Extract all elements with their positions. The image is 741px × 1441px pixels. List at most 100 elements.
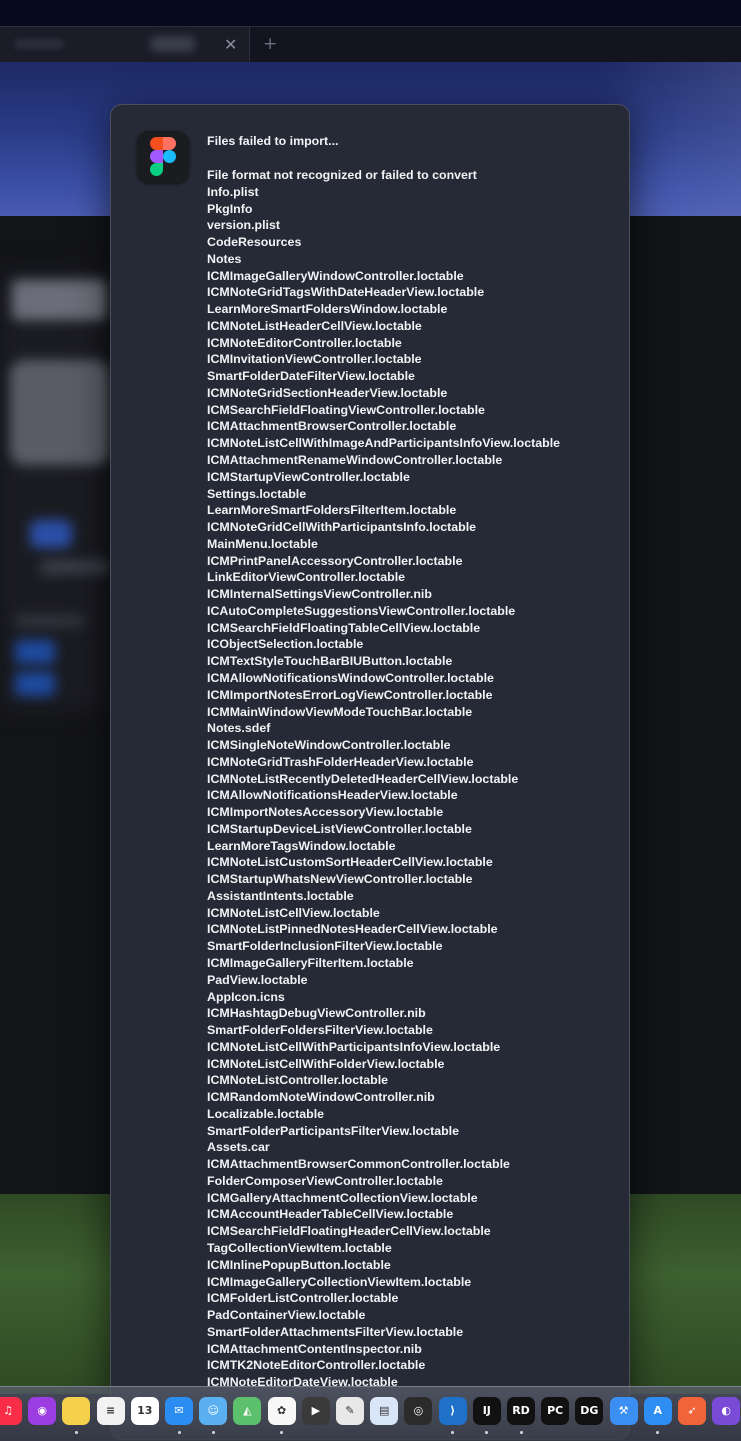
failed-file-item: ICMAllowNotificationsWindowController.lo…	[207, 670, 494, 685]
failed-file-item: MainMenu.loctable	[207, 536, 318, 551]
failed-file-item: Notes.sdef	[207, 721, 271, 736]
figma-logo-part	[163, 150, 176, 163]
failed-file-item: ICMAttachmentBrowserCommonController.loc…	[207, 1157, 510, 1172]
failed-file-item: version.plist	[207, 218, 280, 233]
photos-icon[interactable]: ✿	[267, 1397, 296, 1425]
running-indicator	[177, 1431, 181, 1434]
figma-logo-part	[163, 137, 176, 150]
failed-file-item: SmartFolderFoldersFilterView.loctable	[207, 1023, 433, 1038]
dialog-subtitle: File format not recognized or failed to …	[207, 168, 477, 182]
maps-icon[interactable]: ◭	[233, 1397, 262, 1425]
blurred-card	[10, 360, 110, 465]
failed-file-item: ICMImportNotesErrorLogViewController.loc…	[207, 687, 493, 702]
pixelmator-icon[interactable]: ✎	[336, 1397, 364, 1425]
running-indicator	[451, 1431, 455, 1434]
failed-file-item: ICMImageGalleryWindowController.loctable	[207, 268, 464, 283]
blurred-icon	[15, 672, 55, 696]
failed-file-item: ICMSearchFieldFloatingTableCellView.loct…	[207, 620, 481, 635]
blurred-text	[40, 560, 110, 574]
failed-file-item: ICMInlinePopupButton.loctable	[207, 1257, 391, 1272]
finder-icon[interactable]: ☺	[199, 1397, 228, 1425]
failed-file-item: ICMTK2NoteEditorController.loctable	[207, 1358, 426, 1373]
podcasts-icon[interactable]: ◉	[28, 1397, 57, 1425]
failed-file-item: ICMAttachmentContentInspector.nib	[207, 1341, 422, 1356]
reminders-icon[interactable]: ≡	[96, 1397, 125, 1425]
figma-app-icon	[137, 131, 189, 183]
blurred-icon	[15, 640, 55, 664]
failed-file-item: ICMNoteListCellWithParticipantsInfoView.…	[207, 1039, 501, 1054]
running-indicator	[211, 1431, 215, 1434]
tab-favicon-blurred	[150, 36, 195, 52]
intellij-icon[interactable]: IJ	[472, 1397, 501, 1425]
failed-file-item: LearnMoreSmartFoldersWindow.loctable	[207, 302, 448, 317]
failed-file-item: ICMImageGalleryCollectionViewItem.loctab…	[207, 1274, 472, 1289]
failed-file-item: SmartFolderParticipantsFilterView.loctab…	[207, 1123, 460, 1138]
app-store-icon[interactable]: A	[643, 1397, 672, 1425]
dock: ♫ ◉ ≡ 13 ✉ ☺ ◭ ✿ ▶ ✎ ▤ ◎ ⟩ IJ RD PC DG ⚒ A ➶ ◐	[0, 1386, 741, 1441]
failed-file-item: ICMNoteGridCellWithParticipantsInfo.loct…	[207, 520, 477, 535]
failed-file-item: ICMStartupWhatsNewViewController.loctabl…	[207, 872, 473, 887]
pycharm-icon[interactable]: PC	[541, 1397, 570, 1425]
failed-file-item: ICMNoteListCellWithFolderView.loctable	[207, 1056, 445, 1071]
new-tab-icon[interactable]: +	[263, 34, 277, 54]
running-indicator	[280, 1431, 284, 1434]
failed-file-item: ICMNoteEditorController.loctable	[207, 335, 402, 350]
figma-logo-part	[150, 163, 163, 176]
failed-file-item: ICObjectSelection.loctable	[207, 637, 364, 652]
failed-file-item: ICMSingleNoteWindowController.loctable	[207, 738, 451, 753]
failed-file-item: PadView.loctable	[207, 972, 308, 987]
xcode-icon[interactable]: ⚒	[609, 1397, 638, 1425]
more-app-icon[interactable]: ◐	[712, 1397, 741, 1425]
dialog-message: Files failed to import... File format no…	[207, 133, 617, 1391]
vscode-icon[interactable]: ⟩	[438, 1397, 467, 1425]
failed-file-item: SmartFolderDateFilterView.loctable	[207, 369, 415, 384]
failed-file-item: ICMAccountHeaderTableCellView.loctable	[207, 1207, 454, 1222]
figma-logo-part	[150, 137, 163, 150]
blurred-text	[15, 615, 85, 627]
close-icon[interactable]: ✕	[224, 35, 237, 54]
failed-file-item: PkgInfo	[207, 201, 253, 216]
failed-file-item: Localizable.loctable	[207, 1106, 325, 1121]
failed-file-item: ICAutoCompleteSuggestionsViewController.…	[207, 603, 516, 618]
failed-file-item: ICMRandomNoteWindowController.nib	[207, 1090, 435, 1105]
failed-file-item: FolderComposerViewController.loctable	[207, 1173, 443, 1188]
failed-file-item: ICMInternalSettingsViewController.nib	[207, 587, 432, 602]
failed-file-item: AppIcon.icns	[207, 989, 285, 1004]
obs-icon[interactable]: ◎	[404, 1397, 433, 1425]
browser-tab[interactable]: ✕	[0, 27, 250, 62]
running-indicator	[74, 1431, 78, 1434]
failed-file-item: ICMNoteListRecentlyDeletedHeaderCellView…	[207, 771, 519, 786]
mail-icon[interactable]: ✉	[165, 1397, 193, 1425]
tab-label-blurred	[14, 39, 64, 49]
failed-file-item: ICMNoteListCellWithImageAndParticipantsI…	[207, 436, 561, 451]
rider-icon[interactable]: RD	[507, 1397, 535, 1425]
failed-file-item: ICMInvitationViewController.loctable	[207, 352, 422, 367]
failed-file-item: ICMNoteListPinnedNotesHeaderCellView.loc…	[207, 922, 498, 937]
failed-file-item: PadContainerView.loctable	[207, 1308, 366, 1323]
failed-file-item: ICMStartupViewController.loctable	[207, 469, 410, 484]
failed-file-item: ICMImportNotesAccessoryView.loctable	[207, 805, 444, 820]
running-indicator	[656, 1431, 660, 1434]
preview-icon[interactable]: ▤	[370, 1397, 399, 1425]
failed-file-item: ICMNoteGridSectionHeaderView.loctable	[207, 385, 448, 400]
failed-file-item: AssistantIntents.loctable	[207, 888, 354, 903]
failed-file-item: ICMImageGalleryFilterItem.loctable	[207, 955, 414, 970]
failed-file-item: ICMHashtagDebugViewController.nib	[207, 1006, 426, 1021]
failed-file-item: ICMNoteGridTrashFolderHeaderView.loctabl…	[207, 754, 474, 769]
final-cut-icon[interactable]: ▶	[301, 1397, 330, 1425]
failed-file-item: ICMFolderListController.loctable	[207, 1291, 399, 1306]
failed-file-item: ICMMainWindowViewModeTouchBar.loctable	[207, 704, 473, 719]
failed-file-item: Settings.loctable	[207, 486, 307, 501]
failed-file-item: ICMNoteListHeaderCellView.loctable	[207, 318, 422, 333]
failed-file-item: Info.plist	[207, 184, 259, 199]
datagrip-icon[interactable]: DG	[575, 1397, 604, 1425]
music-icon[interactable]: ♫	[0, 1397, 22, 1425]
failed-file-item: ICMTextStyleTouchBarBIUButton.loctable	[207, 654, 453, 669]
failed-file-item: ICMNoteListCustomSortHeaderCellView.loct…	[207, 855, 493, 870]
calendar-icon[interactable]: 13	[130, 1397, 159, 1425]
failed-file-item: LearnMoreSmartFoldersFilterItem.loctable	[207, 503, 457, 518]
menu-bar	[0, 0, 741, 26]
swift-icon[interactable]: ➶	[678, 1397, 706, 1425]
running-indicator	[519, 1431, 523, 1434]
notes-icon[interactable]	[62, 1397, 91, 1425]
